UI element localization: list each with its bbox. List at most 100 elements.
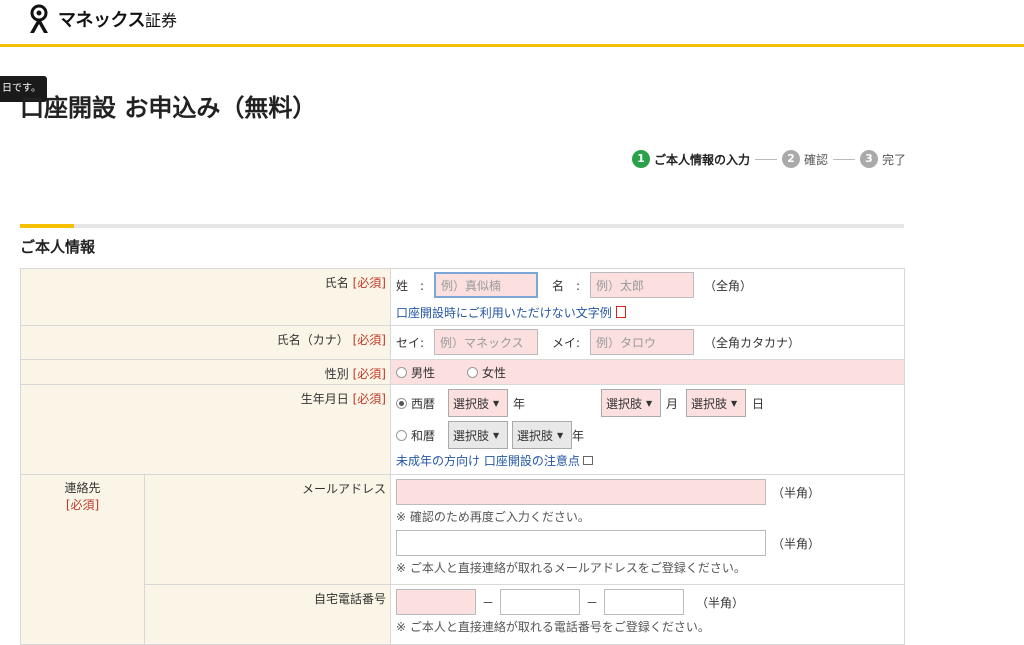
seireki-year-select[interactable]: 選択肢 ▼ xyxy=(448,389,508,417)
label-text: 氏名（カナ） xyxy=(276,333,349,347)
progress-steps: 1 ご本人情報の入力 2 確認 3 完了 xyxy=(631,150,906,168)
step-number: 2 xyxy=(781,150,800,168)
monex-logo[interactable]: マネックス 証券 xyxy=(24,4,177,34)
month-select[interactable]: 選択肢 ▼ xyxy=(601,389,662,417)
required-mark: [必須] xyxy=(352,333,386,347)
dropdown-arrow-icon: ▼ xyxy=(731,398,738,408)
form-row-birthdate: 生年月日 [必須] 西暦 選択肢 ▼ 年 選択肢 ▼ 月 選択肢 ▼ 日 和暦 選択肢… xyxy=(20,384,905,475)
brand-name: マネックス xyxy=(58,10,145,31)
section-divider xyxy=(20,224,904,228)
dropdown-arrow-icon: ▼ xyxy=(493,398,500,408)
day-unit: 日 xyxy=(752,396,765,411)
field-name: 姓 : 例）真似楠 名 : 例）太郎 （全角） 口座開設時にご利用いただけない文… xyxy=(390,268,905,326)
field-label-contact: 連絡先 [必須] xyxy=(20,474,145,645)
placeholder: 例）太郎 xyxy=(596,278,645,293)
last-name-kana-input[interactable]: 例）マネックス xyxy=(434,329,538,355)
step-input: 1 ご本人情報の入力 xyxy=(631,150,750,168)
select-value: 選択肢 xyxy=(606,396,643,411)
label-text: 連絡先 xyxy=(64,481,101,495)
label-text: メールアドレス xyxy=(301,482,386,496)
field-kana: セイ: 例）マネックス メイ: 例）タロウ （全角カタカナ） xyxy=(390,325,905,360)
male-radio[interactable] xyxy=(396,366,407,378)
male-label[interactable]: 男性 xyxy=(411,364,435,381)
step-label: ご本人情報の入力 xyxy=(653,152,750,167)
email-confirm-note: ※ 確認のため再度ご入力ください。 xyxy=(396,510,590,524)
pdf-icon xyxy=(615,306,626,318)
select-value: 選択肢 xyxy=(517,428,554,443)
step-label: 完了 xyxy=(881,152,906,167)
minor-notice-link[interactable]: 未成年の方向け 口座開設の注意点 xyxy=(396,454,580,468)
wareki-year-select[interactable]: 選択肢 ▼ xyxy=(512,421,572,449)
placeholder: 例）真似楠 xyxy=(441,278,502,293)
select-value: 選択肢 xyxy=(453,396,490,411)
mei-label: 名 : xyxy=(552,278,581,293)
step-divider xyxy=(754,158,777,160)
form-row-kana: 氏名（カナ） [必須] セイ: 例）マネックス メイ: 例）タロウ （全角カタカ… xyxy=(20,325,905,360)
field-label-kana: 氏名（カナ） [必須] xyxy=(20,325,391,360)
mei-kana-label: メイ: xyxy=(552,335,581,350)
sei-kana-label: セイ: xyxy=(396,335,425,350)
site-header: マネックス 証券 xyxy=(0,0,1024,47)
seireki-radio[interactable] xyxy=(396,397,407,409)
dropdown-arrow-icon: ▼ xyxy=(646,398,653,408)
unusable-chars-link[interactable]: 口座開設時にご利用いただけない文字例 xyxy=(396,306,612,320)
phone-input-3[interactable] xyxy=(604,589,685,615)
step-divider xyxy=(832,158,855,160)
placeholder: 例）タロウ xyxy=(596,335,657,350)
phone-input-1[interactable] xyxy=(396,589,476,615)
step-confirm: 2 確認 xyxy=(781,150,828,168)
form-row-email: 連絡先 [必須] メールアドレス （半角） ※ 確認のため再度ご入力ください。 … xyxy=(20,474,905,645)
seireki-label[interactable]: 西暦 xyxy=(411,395,448,412)
field-phone: － － （半角） ※ ご本人と直接連絡が取れる電話番号をご登録ください。 xyxy=(390,584,905,645)
field-gender: 男性 女性 xyxy=(390,359,905,385)
select-value: 選択肢 xyxy=(691,396,728,411)
last-name-input[interactable]: 例）真似楠 xyxy=(434,272,538,298)
sei-label: 姓 : xyxy=(396,278,425,293)
field-label-gender: 性別 [必須] xyxy=(20,359,391,385)
dash: － xyxy=(586,595,599,610)
page-title: 口座開設 お申込み（無料） xyxy=(20,94,317,122)
wareki-label[interactable]: 和暦 xyxy=(411,427,448,444)
hankaku-note: （半角） xyxy=(696,595,745,610)
day-select[interactable]: 選択肢 ▼ xyxy=(686,389,747,417)
step-number: 3 xyxy=(859,150,878,168)
label-text: 氏名 xyxy=(324,276,349,290)
personal-info-form: 氏名 [必須] 姓 : 例）真似楠 名 : 例）太郎 （全角） 口座開設時にご利… xyxy=(20,268,905,645)
year-unit: 年 xyxy=(513,396,526,411)
era-select[interactable]: 選択肢 ▼ xyxy=(448,421,508,449)
field-email: （半角） ※ 確認のため再度ご入力ください。 （半角） ※ ご本人と直接連絡が取… xyxy=(390,474,905,585)
field-label-name: 氏名 [必須] xyxy=(20,268,391,326)
month-unit: 月 xyxy=(666,396,679,411)
email-note: ※ ご本人と直接連絡が取れるメールアドレスをご登録ください。 xyxy=(396,561,746,575)
field-label-email: メールアドレス xyxy=(144,474,391,585)
brand-sub: 証券 xyxy=(144,11,177,30)
zenkaku-note: （全角） xyxy=(704,278,753,293)
katakana-note: （全角カタカナ） xyxy=(704,335,801,350)
dropdown-arrow-icon: ▼ xyxy=(493,430,500,440)
required-mark: [必須] xyxy=(352,367,386,381)
form-row-name: 氏名 [必須] 姓 : 例）真似楠 名 : 例）太郎 （全角） 口座開設時にご利… xyxy=(20,268,905,326)
first-name-kana-input[interactable]: 例）タロウ xyxy=(590,329,694,355)
required-mark: [必須] xyxy=(65,498,100,512)
step-number: 1 xyxy=(631,150,650,168)
first-name-input[interactable]: 例）太郎 xyxy=(590,272,694,298)
wareki-radio[interactable] xyxy=(396,429,407,441)
phone-input-2[interactable] xyxy=(500,589,581,615)
hankaku-note: （半角） xyxy=(772,485,821,500)
field-birthdate: 西暦 選択肢 ▼ 年 選択肢 ▼ 月 選択肢 ▼ 日 和暦 選択肢 ▼ 選択肢 ▼ 年 未… xyxy=(390,384,905,475)
external-window-icon xyxy=(582,456,593,465)
section-title: ご本人情報 xyxy=(20,238,96,256)
select-value: 選択肢 xyxy=(453,428,490,443)
email-confirm-input[interactable] xyxy=(396,530,766,556)
form-row-gender: 性別 [必須] 男性 女性 xyxy=(20,359,905,385)
phone-note: ※ ご本人と直接連絡が取れる電話番号をご登録ください。 xyxy=(396,620,710,634)
female-radio[interactable] xyxy=(467,366,479,378)
monex-logo-mark-icon xyxy=(30,4,48,33)
field-label-phone: 自宅電話番号 xyxy=(144,584,391,645)
dash: － xyxy=(482,595,495,610)
email-input[interactable] xyxy=(396,479,766,505)
placeholder: 例）マネックス xyxy=(440,335,524,350)
required-mark: [必須] xyxy=(352,392,386,406)
hankaku-note: （半角） xyxy=(772,536,821,551)
female-label[interactable]: 女性 xyxy=(482,364,506,381)
